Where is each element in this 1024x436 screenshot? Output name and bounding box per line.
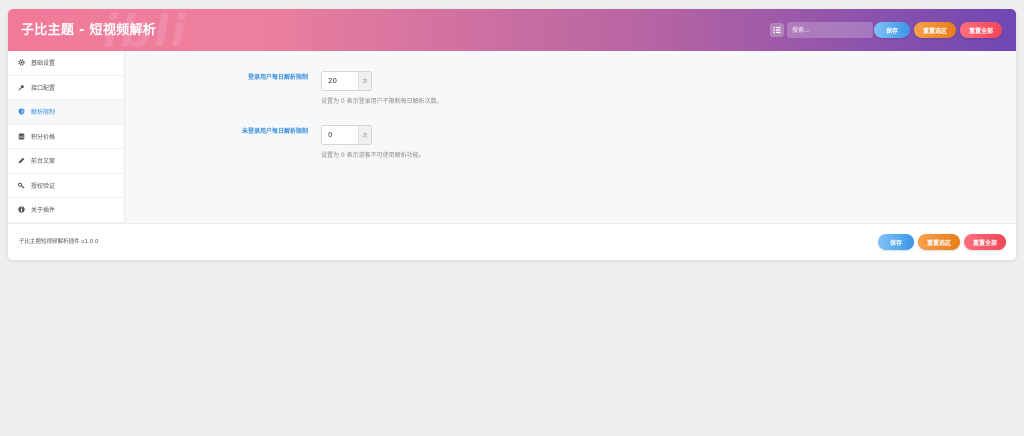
sidebar-item-api[interactable]: 接口配置 [8,76,124,100]
guest-limit-input[interactable]: 0 [322,126,358,144]
sidebar-item-label: 接口配置 [31,84,56,92]
version-text: 子比主题短视频解析插件 v1.0.0 [19,239,99,245]
logged-in-limit-input[interactable]: 20 [322,72,358,90]
footer-save-button[interactable]: 保存 [878,234,914,250]
guest-limit-label: 未登录用户每日解析限制 [241,128,308,135]
content-area: 登录用户每日解析限制 20 次 设置为 0 表示登录用户不限制每日解析次数。 未… [125,51,1016,223]
footer-reset-section-button[interactable]: 重置选区 [918,234,960,250]
sidebar-item-label: 前台文案 [31,158,56,166]
key-icon [17,181,25,189]
sidebar-item-limits[interactable]: 解析限制 [8,100,124,125]
header-bar: ibli 子比主题 - 短视频解析 保存 重置选区 重置全部 [8,9,1016,54]
sidebar-item-label: 解析限制 [31,109,56,117]
gear-icon [17,59,25,67]
pencil-icon [17,157,25,165]
logged-in-limit-unit: 次 [358,72,371,90]
header-reset-all-button[interactable]: 重置全部 [960,22,1002,38]
footer-reset-all-button[interactable]: 重置全部 [964,234,1006,250]
sidebar-item-label: 基础设置 [31,60,56,68]
page-title: 子比主题 - 短视频解析 [21,23,157,38]
header-reset-section-button[interactable]: 重置选区 [914,22,956,38]
sidebar-item-license[interactable]: 授权验证 [8,174,124,198]
sidebar: 基础设置 接口配置 解析限制 积分价格 前台文案 授权验证 关于插件 [8,51,125,223]
footer-bar: 子比主题短视频解析插件 v1.0.0 保存 重置选区 重置全部 [8,223,1016,260]
guest-limit-field[interactable]: 0 次 [321,125,372,145]
guest-limit-hint: 设置为 0 表示游客不可使用解析功能。 [321,152,425,159]
sidebar-item-points[interactable]: 积分价格 [8,125,124,149]
sidebar-item-basic[interactable]: 基础设置 [8,51,124,76]
logged-in-limit-hint: 设置为 0 表示登录用户不限制每日解析次数。 [321,98,443,105]
header-save-button[interactable]: 保存 [874,22,910,38]
info-icon [17,206,25,214]
database-icon [17,132,25,140]
search-input[interactable] [787,22,873,38]
sidebar-item-label: 授权验证 [31,182,56,190]
shield-icon [17,108,25,116]
logged-in-limit-field[interactable]: 20 次 [321,71,372,91]
main-body: 基础设置 接口配置 解析限制 积分价格 前台文案 授权验证 关于插件 登录用户每… [8,51,1016,223]
guest-limit-unit: 次 [358,126,371,144]
sidebar-item-label: 关于插件 [31,207,56,215]
sidebar-item-copy[interactable]: 前台文案 [8,149,124,174]
sidebar-item-about[interactable]: 关于插件 [8,198,124,223]
sidebar-item-label: 积分价格 [31,133,56,141]
plug-icon [17,83,25,91]
logged-in-limit-label: 登录用户每日解析限制 [247,74,308,81]
settings-panel: ibli 子比主题 - 短视频解析 保存 重置选区 重置全部 [8,9,1016,260]
search-bar [770,22,873,38]
list-icon[interactable] [770,23,784,37]
